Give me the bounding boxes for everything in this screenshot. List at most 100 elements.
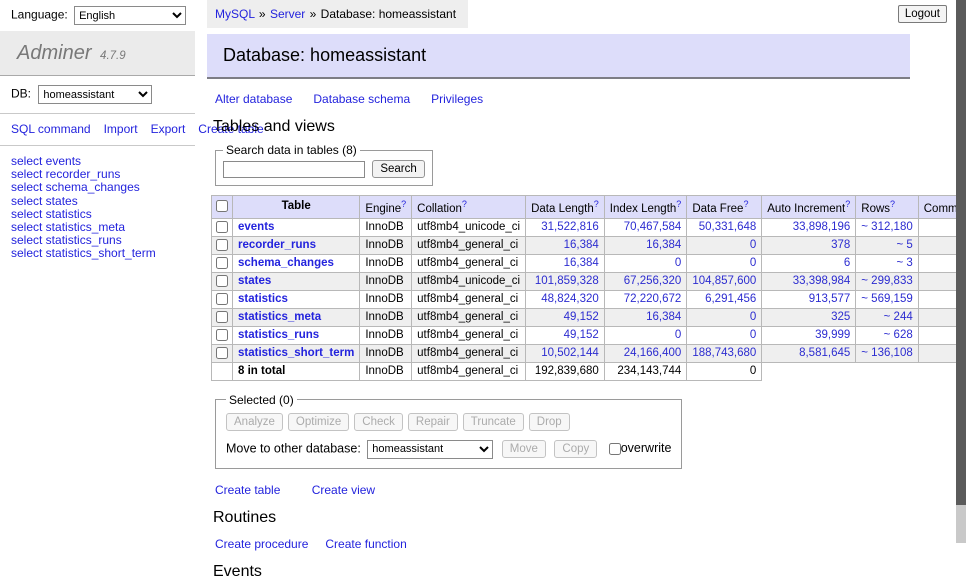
sidebar-link-import[interactable]: Import (104, 122, 138, 136)
db-select[interactable]: homeassistant (38, 85, 152, 104)
auto-increment-link[interactable]: 325 (831, 311, 850, 323)
logout-button[interactable]: Logout (898, 5, 947, 23)
table-link-statistics-short-term[interactable]: statistics_short_term (238, 347, 354, 359)
sidebar-select-states-link[interactable]: select states (11, 195, 184, 208)
row-checkbox[interactable] (216, 293, 228, 305)
table-link-events[interactable]: events (238, 221, 274, 233)
auto-increment-link[interactable]: 8,581,645 (799, 347, 850, 359)
row-checkbox[interactable] (216, 221, 228, 233)
data-free-link[interactable]: 0 (750, 239, 756, 251)
create-view-link[interactable]: Create view (312, 483, 375, 497)
language-select[interactable]: English (74, 6, 186, 25)
auto-increment-link[interactable]: 913,577 (809, 293, 851, 305)
help-link[interactable]: ? (594, 199, 599, 209)
scrollbar-thumb[interactable] (956, 0, 966, 505)
repair-button[interactable]: Repair (408, 413, 458, 431)
table-name-cell: statistics_short_term (233, 344, 360, 362)
alter-database-link[interactable]: Alter database (215, 92, 292, 106)
sidebar-link-sql-command[interactable]: SQL command (11, 122, 91, 136)
create-table-link[interactable]: Create table (215, 483, 280, 497)
vertical-scrollbar[interactable] (956, 0, 966, 543)
truncate-button[interactable]: Truncate (463, 413, 524, 431)
row-checkbox[interactable] (216, 239, 228, 251)
select-all-checkbox[interactable] (216, 200, 228, 212)
auto-increment-link[interactable]: 39,999 (815, 329, 850, 341)
help-link[interactable]: ? (462, 199, 467, 209)
auto-increment-link[interactable]: 33,398,984 (793, 275, 851, 287)
index-length-link[interactable]: 24,166,400 (624, 347, 682, 359)
help-link[interactable]: ? (890, 199, 895, 209)
engine-cell: InnoDB (360, 218, 412, 236)
overwrite-checkbox[interactable] (609, 443, 621, 455)
search-input[interactable] (223, 161, 365, 178)
data-free-link[interactable]: 50,331,648 (699, 221, 757, 233)
analyze-button[interactable]: Analyze (226, 413, 283, 431)
drop-button[interactable]: Drop (529, 413, 570, 431)
rows-link[interactable]: ~ 299,833 (861, 275, 912, 287)
data-length-link[interactable]: 10,502,144 (541, 347, 599, 359)
table-link-statistics-meta[interactable]: statistics_meta (238, 311, 321, 323)
rows-link[interactable]: ~ 5 (896, 239, 912, 251)
data-free-link[interactable]: 6,291,456 (705, 293, 756, 305)
table-link-statistics-runs[interactable]: statistics_runs (238, 329, 319, 341)
auto-increment-cell: 39,999 (762, 326, 856, 344)
data-length-link[interactable]: 16,384 (564, 257, 599, 269)
sidebar-link-export[interactable]: Export (151, 122, 186, 136)
row-checkbox[interactable] (216, 257, 228, 269)
data-length-link[interactable]: 48,824,320 (541, 293, 599, 305)
auto-increment-link[interactable]: 33,898,196 (793, 221, 851, 233)
data-length-link[interactable]: 101,859,328 (535, 275, 599, 287)
search-button[interactable]: Search (372, 160, 424, 178)
breadcrumb-mysql-link[interactable]: MySQL (215, 7, 255, 21)
privileges-link[interactable]: Privileges (431, 92, 483, 106)
index-length-link[interactable]: 16,384 (646, 311, 681, 323)
help-link[interactable]: ? (743, 199, 748, 209)
data-free-link[interactable]: 188,743,680 (692, 347, 756, 359)
create-function-link[interactable]: Create function (325, 537, 406, 551)
data-length-link[interactable]: 31,522,816 (541, 221, 599, 233)
rows-link[interactable]: ~ 628 (884, 329, 913, 341)
move-button[interactable]: Move (502, 440, 546, 458)
sidebar-select-schema-changes-link[interactable]: select schema_changes (11, 181, 184, 194)
table-link-statistics[interactable]: statistics (238, 293, 288, 305)
row-checkbox[interactable] (216, 347, 228, 359)
row-checkbox[interactable] (216, 329, 228, 341)
copy-button[interactable]: Copy (554, 440, 597, 458)
help-link[interactable]: ? (401, 199, 406, 209)
data-length-link[interactable]: 49,152 (564, 329, 599, 341)
data-free-link[interactable]: 0 (750, 329, 756, 341)
index-length-link[interactable]: 72,220,672 (624, 293, 682, 305)
index-length-link[interactable]: 70,467,584 (624, 221, 682, 233)
help-link[interactable]: ? (845, 199, 850, 209)
index-length-link[interactable]: 0 (675, 257, 681, 269)
rows-link[interactable]: ~ 569,159 (861, 293, 912, 305)
table-link-states[interactable]: states (238, 275, 271, 287)
table-link-schema-changes[interactable]: schema_changes (238, 257, 334, 269)
check-button[interactable]: Check (354, 413, 403, 431)
rows-link[interactable]: ~ 312,180 (861, 221, 912, 233)
rows-link[interactable]: ~ 3 (896, 257, 912, 269)
data-free-link[interactable]: 0 (750, 257, 756, 269)
auto-increment-link[interactable]: 6 (844, 257, 850, 269)
data-length-link[interactable]: 49,152 (564, 311, 599, 323)
optimize-button[interactable]: Optimize (288, 413, 349, 431)
auto-increment-link[interactable]: 378 (831, 239, 850, 251)
database-schema-link[interactable]: Database schema (313, 92, 410, 106)
create-procedure-link[interactable]: Create procedure (215, 537, 308, 551)
rows-link[interactable]: ~ 136,108 (861, 347, 912, 359)
row-checkbox[interactable] (216, 311, 228, 323)
data-free-link[interactable]: 0 (750, 311, 756, 323)
table-link-recorder-runs[interactable]: recorder_runs (238, 239, 316, 251)
sidebar-select-statistics-short-term-link[interactable]: select statistics_short_term (11, 247, 184, 260)
row-checkbox[interactable] (216, 275, 228, 287)
index-length-link[interactable]: 67,256,320 (624, 275, 682, 287)
data-length-link[interactable]: 16,384 (564, 239, 599, 251)
help-link[interactable]: ? (676, 199, 681, 209)
move-database-select[interactable]: homeassistant (367, 440, 493, 459)
auto-increment-cell: 33,898,196 (762, 218, 856, 236)
index-length-link[interactable]: 0 (675, 329, 681, 341)
index-length-link[interactable]: 16,384 (646, 239, 681, 251)
rows-link[interactable]: ~ 244 (884, 311, 913, 323)
data-free-link[interactable]: 104,857,600 (692, 275, 756, 287)
breadcrumb-server-link[interactable]: Server (270, 7, 305, 21)
